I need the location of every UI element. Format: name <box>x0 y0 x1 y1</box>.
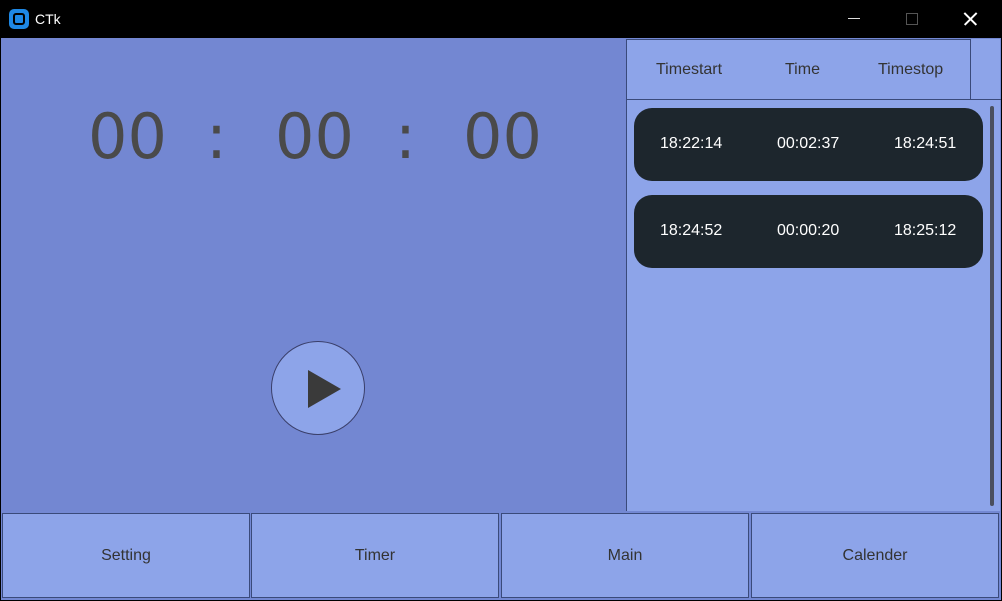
play-icon <box>308 370 341 408</box>
app-icon <box>9 9 29 29</box>
log-row[interactable]: 18:22:14 00:02:37 18:24:51 <box>634 108 983 181</box>
timer-hours: 00 <box>88 100 167 173</box>
log-cell-duration: 00:00:20 <box>777 222 840 239</box>
title-bar: CTk <box>0 0 1002 38</box>
maximize-button[interactable] <box>883 0 941 38</box>
timer-panel: 00 : 00 : 00 <box>1 38 626 511</box>
log-cell-stop: 18:24:51 <box>894 135 957 152</box>
timer-separator: : <box>206 100 227 173</box>
play-button[interactable] <box>271 341 365 435</box>
timer-seconds: 00 <box>463 100 542 173</box>
log-cell-duration: 00:02:37 <box>777 135 840 152</box>
close-button[interactable] <box>941 0 999 38</box>
nav-setting-button[interactable]: Setting <box>2 513 250 598</box>
timer-separator: : <box>395 100 416 173</box>
log-row[interactable]: 18:24:52 00:00:20 18:25:12 <box>634 195 983 268</box>
log-cell-start: 18:22:14 <box>660 135 723 152</box>
nav-main-button[interactable]: Main <box>501 513 749 598</box>
log-header-tail <box>971 39 1001 100</box>
time-log-panel: Timestart Time Timestop 18:22:14 00:02:3… <box>626 39 1001 511</box>
minimize-button[interactable] <box>825 0 883 38</box>
bottom-nav: Setting Timer Main Calender <box>1 512 1001 600</box>
window-title: CTk <box>35 11 61 27</box>
app-main: 00 : 00 : 00 Timestart Time Timestop 18:… <box>1 38 1001 600</box>
log-header: Timestart Time Timestop <box>627 39 971 100</box>
log-scrollbar[interactable] <box>990 106 994 506</box>
header-timestart: Timestart <box>656 61 723 78</box>
nav-timer-button[interactable]: Timer <box>251 513 499 598</box>
log-cell-stop: 18:25:12 <box>894 222 957 239</box>
timer-minutes: 00 <box>275 100 354 173</box>
header-timestop: Timestop <box>878 61 944 78</box>
log-cell-start: 18:24:52 <box>660 222 723 239</box>
nav-calender-button[interactable]: Calender <box>751 513 999 598</box>
header-time: Time <box>785 61 820 78</box>
